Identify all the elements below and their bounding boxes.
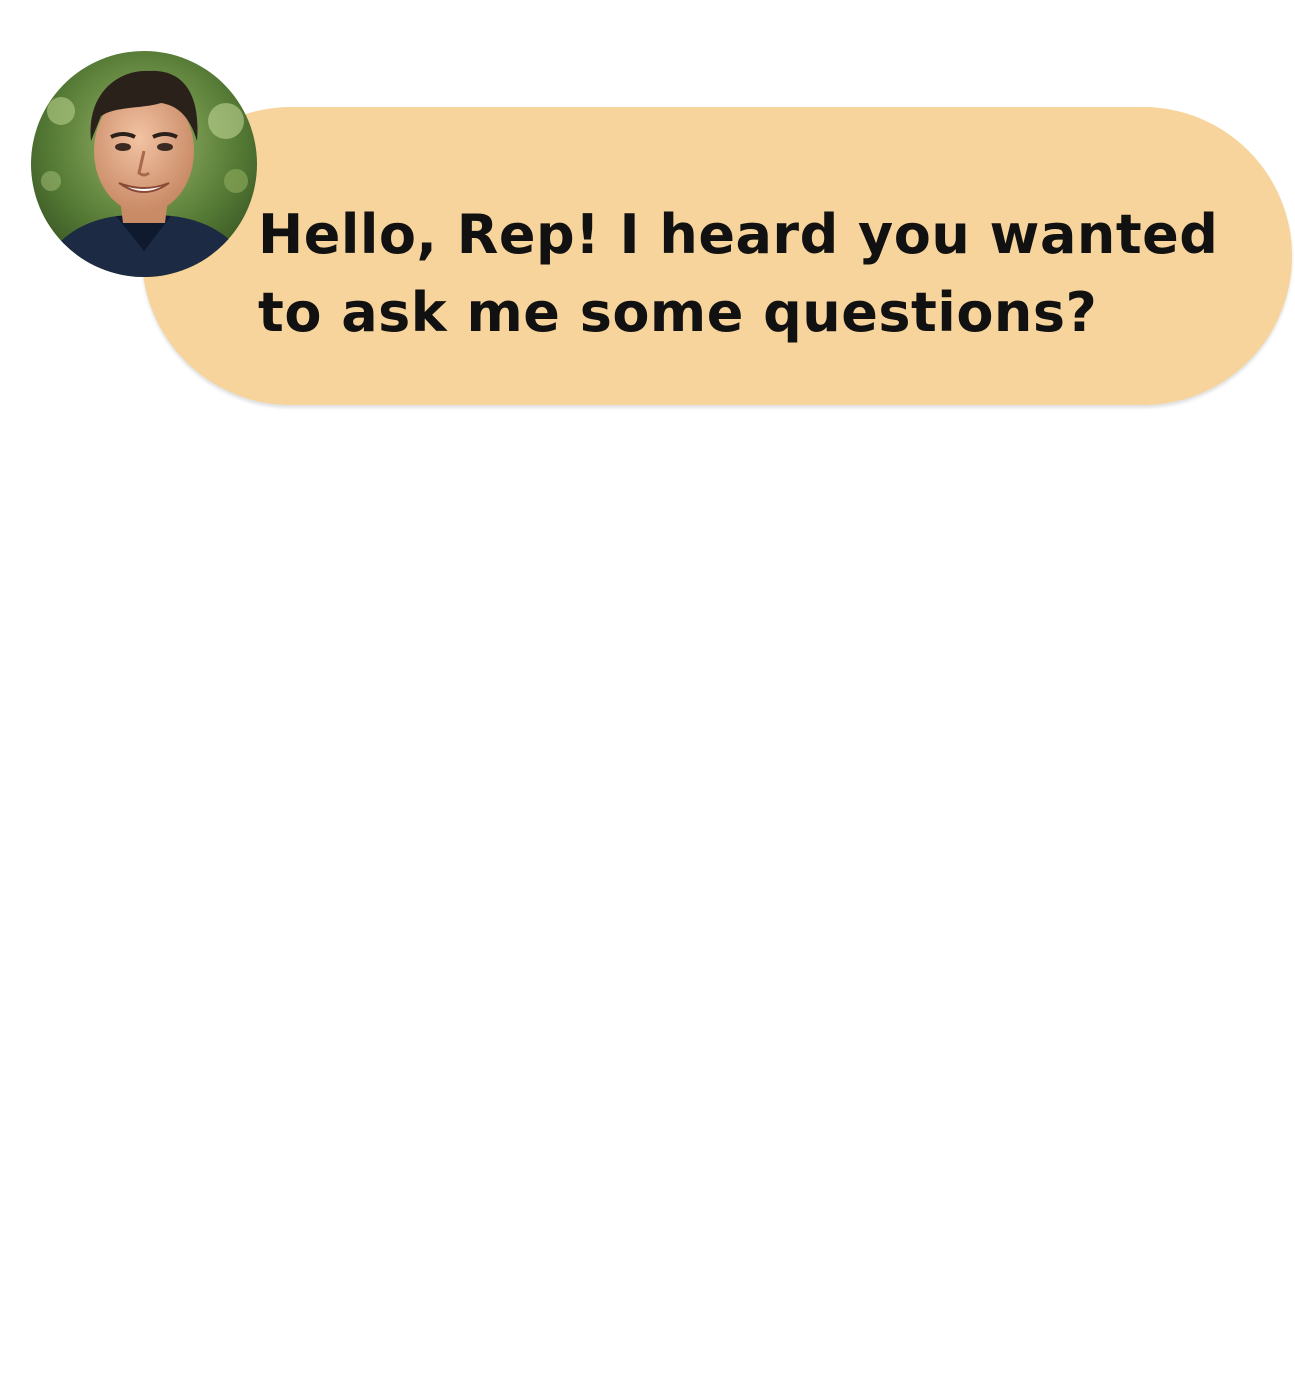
chat-area: Hello, Rep! I heard you wanted to ask me… [0, 0, 1295, 1388]
avatar-photo-icon [31, 51, 257, 277]
avatar [31, 51, 257, 277]
message-text: Hello, Rep! I heard you wanted to ask me… [258, 203, 1219, 344]
